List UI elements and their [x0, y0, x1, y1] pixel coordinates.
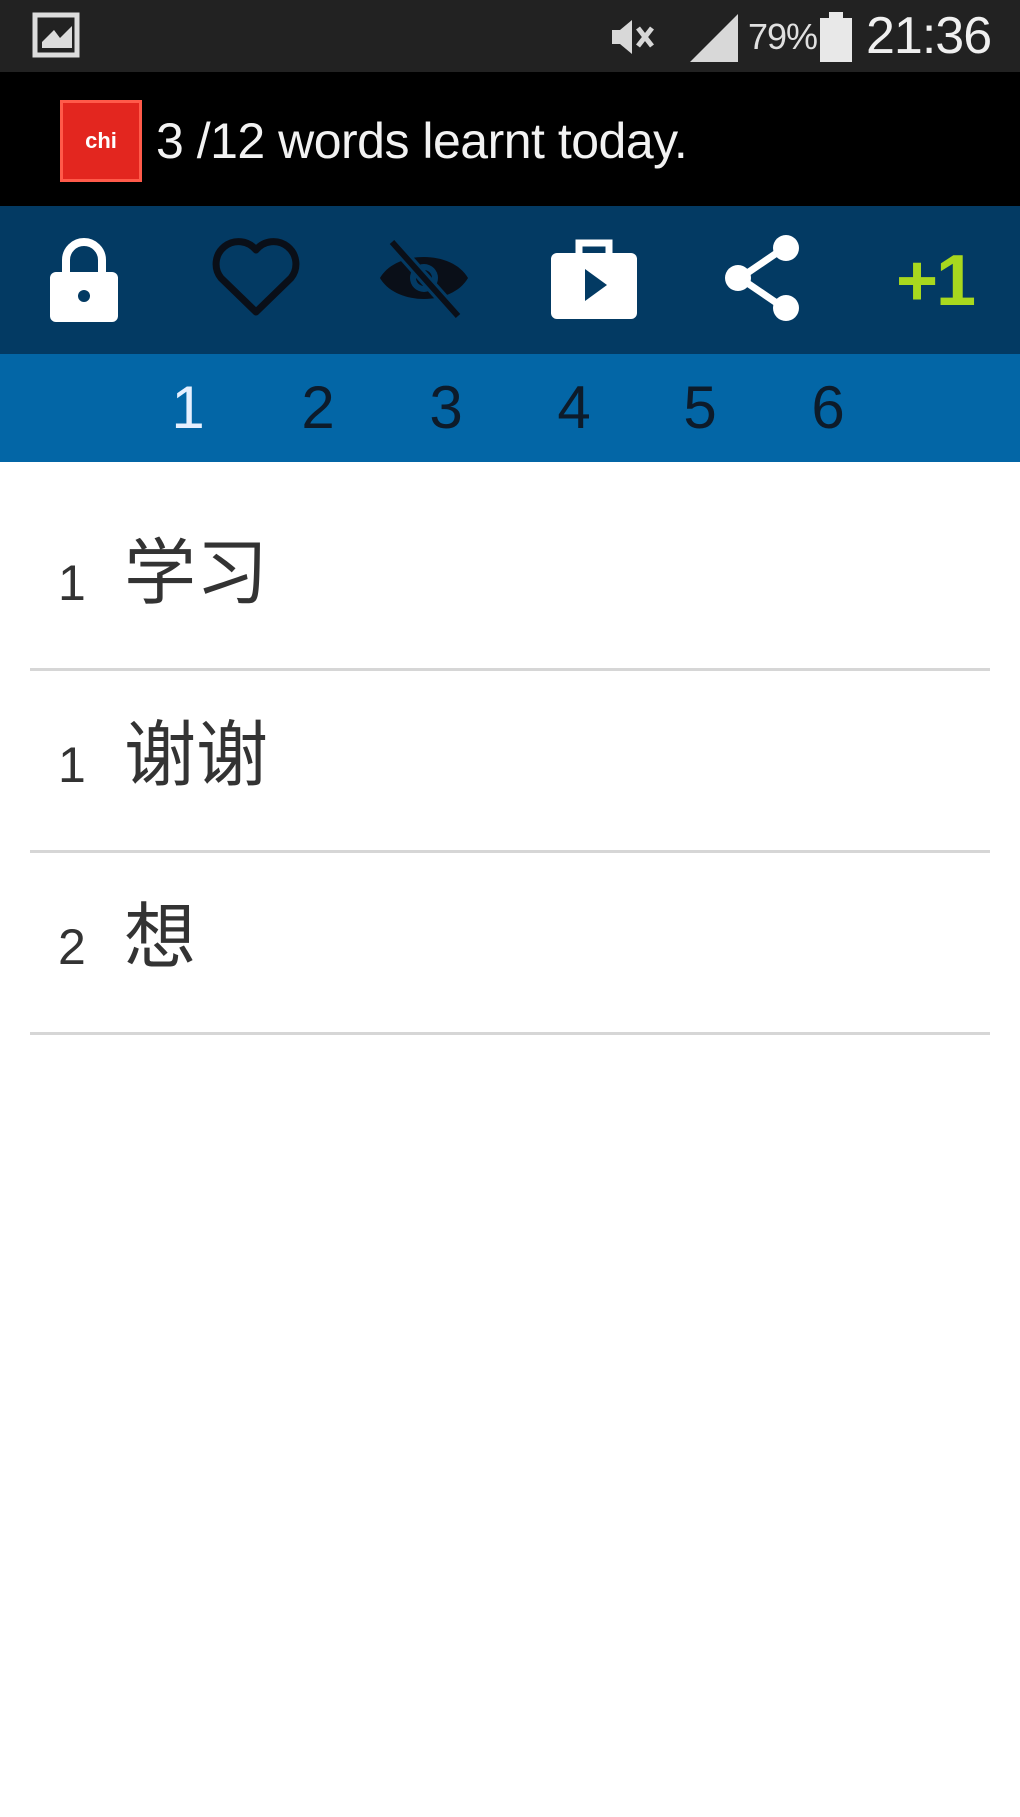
plus-one-button[interactable]: +1	[896, 240, 976, 322]
tab-1[interactable]: 1	[158, 376, 218, 440]
favorite-button[interactable]	[208, 232, 304, 328]
word-text: 谢谢	[124, 713, 269, 797]
word-text: 想	[124, 895, 197, 979]
mute-icon	[608, 14, 658, 60]
share-icon	[720, 232, 808, 328]
tab-5[interactable]: 5	[670, 376, 730, 440]
list-item[interactable]: 1 谢谢	[0, 644, 1020, 853]
heart-icon	[211, 238, 301, 322]
tab-3[interactable]: 3	[416, 376, 476, 440]
list-item[interactable]: 2 想	[0, 826, 1020, 1035]
play-store-button[interactable]	[546, 232, 642, 328]
title-bar: chi 3 /12 words learnt today.	[0, 72, 1020, 206]
play-store-icon	[549, 233, 639, 327]
tab-6[interactable]: 6	[798, 376, 858, 440]
status-bar: 79% 21:36	[0, 0, 1020, 72]
word-count: 1	[58, 737, 86, 793]
level-tabs: 1 2 3 4 5 6	[0, 354, 1020, 462]
word-count: 1	[58, 555, 86, 611]
list-item[interactable]: 1 学习	[0, 462, 1020, 671]
battery-icon	[818, 12, 854, 62]
eye-off-icon	[376, 236, 472, 324]
word-count: 2	[58, 919, 86, 975]
hide-button[interactable]	[376, 232, 472, 328]
app-logo-text: chi	[85, 128, 117, 153]
lock-button[interactable]	[36, 232, 132, 328]
tab-4[interactable]: 4	[544, 376, 604, 440]
page-title: 3 /12 words learnt today.	[156, 113, 688, 169]
app-logo: chi	[60, 100, 142, 182]
word-text: 学习	[124, 531, 269, 615]
screenshot-icon	[32, 12, 82, 60]
battery-percent: 79%	[748, 16, 818, 57]
signal-icon	[688, 12, 740, 64]
lock-icon	[44, 230, 124, 330]
divider	[30, 1032, 990, 1035]
tab-2[interactable]: 2	[288, 376, 348, 440]
toolbar: +1	[0, 206, 1020, 354]
status-time: 21:36	[866, 7, 992, 65]
share-button[interactable]	[716, 232, 812, 328]
